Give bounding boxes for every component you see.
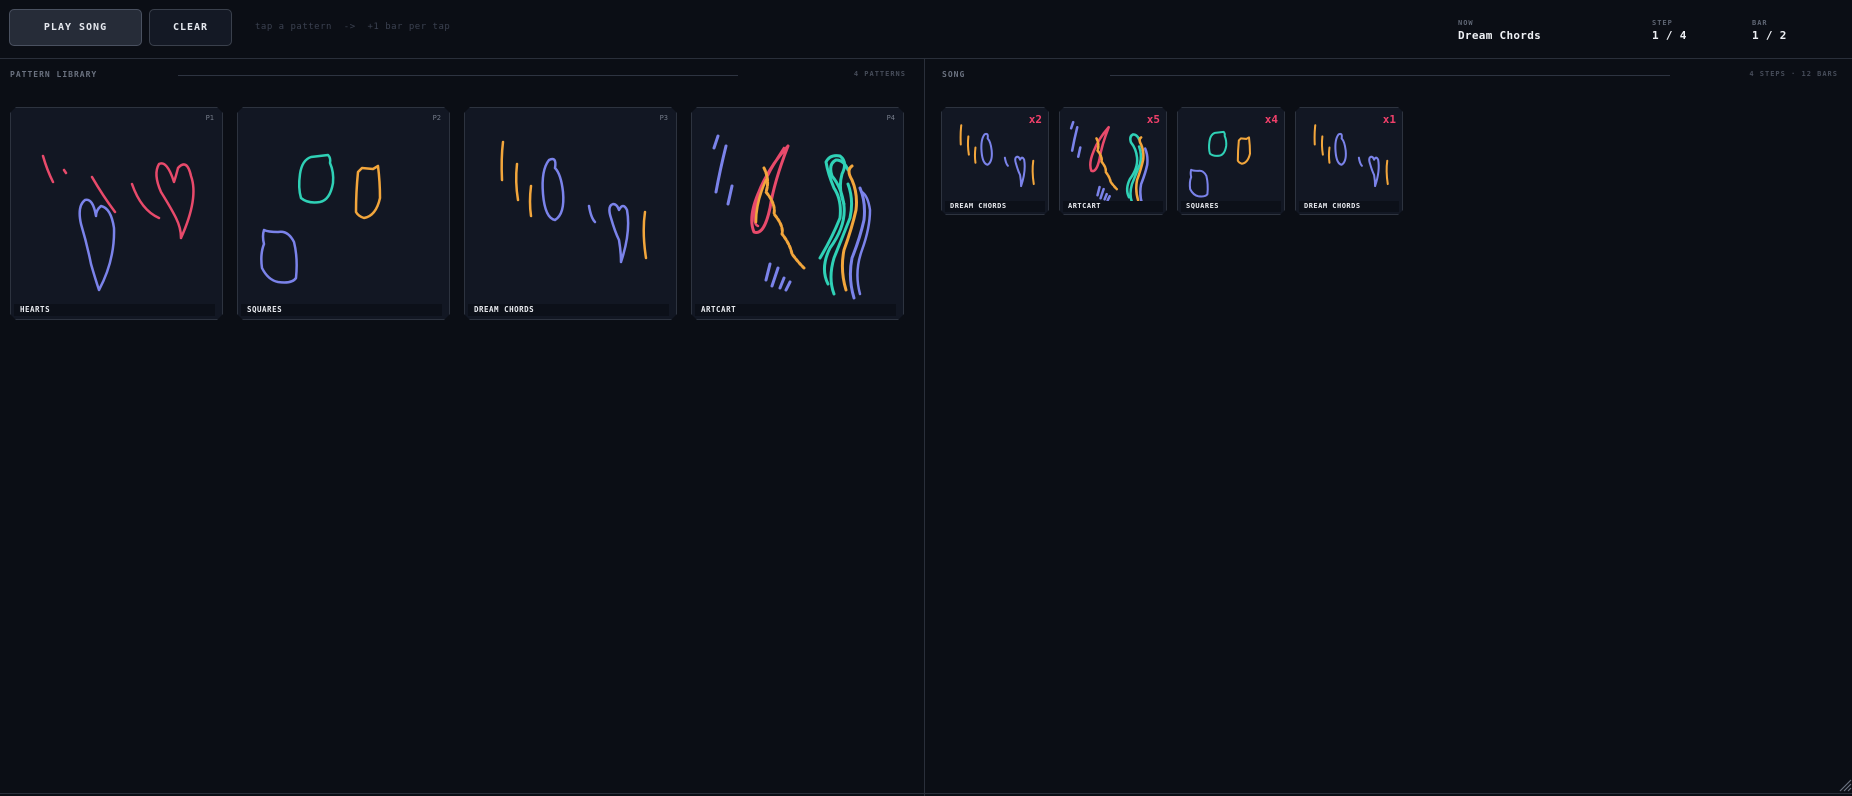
bar-value: 1 / 2 bbox=[1752, 29, 1787, 42]
song-step-card[interactable]: x5 ARTCART bbox=[1059, 107, 1167, 215]
repeat-badge: x4 bbox=[1264, 113, 1278, 126]
play-song-button[interactable]: PLAY SONG bbox=[9, 9, 142, 46]
song-rule bbox=[1110, 75, 1670, 76]
now-label: NOW bbox=[1458, 19, 1474, 27]
clear-button[interactable]: CLEAR bbox=[149, 9, 232, 46]
song-step-card[interactable]: x2 DREAM CHORDS bbox=[941, 107, 1049, 215]
artcart-drawing bbox=[692, 108, 905, 321]
now-value: Dream Chords bbox=[1458, 29, 1542, 42]
pattern-count: 4 PATTERNS bbox=[853, 70, 906, 78]
hint-text: tap a pattern -> +1 bar per tap bbox=[255, 22, 451, 32]
pattern-name: HEARTS bbox=[14, 304, 215, 316]
dream-chords-drawing bbox=[465, 108, 678, 321]
song-count: 4 STEPS · 12 BARS bbox=[1749, 70, 1838, 78]
pattern-name: SQUARES bbox=[241, 304, 442, 316]
step-name: ARTCART bbox=[1063, 201, 1163, 212]
step-status: STEP 1 / 4 bbox=[1652, 19, 1687, 42]
step-label: STEP bbox=[1652, 19, 1673, 27]
pattern-name: DREAM CHORDS bbox=[468, 304, 669, 316]
step-value: 1 / 4 bbox=[1652, 29, 1687, 42]
pattern-library-title: PATTERN LIBRARY bbox=[10, 70, 98, 79]
pattern-id: P1 bbox=[205, 114, 214, 122]
step-name: DREAM CHORDS bbox=[945, 201, 1045, 212]
repeat-badge: x5 bbox=[1146, 113, 1160, 126]
repeat-badge: x2 bbox=[1028, 113, 1042, 126]
song-step-card[interactable]: x1 DREAM CHORDS bbox=[1295, 107, 1403, 215]
top-bar: PLAY SONG CLEAR tap a pattern -> +1 bar … bbox=[0, 0, 1852, 59]
song-title: SONG bbox=[942, 70, 966, 79]
now-status: NOW Dream Chords bbox=[1458, 19, 1541, 42]
pattern-card-artcart[interactable]: P4 ARTCART bbox=[691, 107, 904, 320]
pattern-card-hearts[interactable]: P1 HEARTS bbox=[10, 107, 223, 320]
bar-label: BAR bbox=[1752, 19, 1768, 27]
song-step-card[interactable]: x4 SQUARES bbox=[1177, 107, 1285, 215]
squares-drawing bbox=[238, 108, 451, 321]
step-name: DREAM CHORDS bbox=[1299, 201, 1399, 212]
pattern-card-squares[interactable]: P2 SQUARES bbox=[237, 107, 450, 320]
step-name: SQUARES bbox=[1181, 201, 1281, 212]
repeat-badge: x1 bbox=[1382, 113, 1396, 126]
resize-handle-icon[interactable] bbox=[1838, 778, 1852, 792]
bottom-border bbox=[0, 793, 1852, 794]
pattern-id: P4 bbox=[886, 114, 895, 122]
pattern-id: P2 bbox=[432, 114, 441, 122]
pattern-card-dream-chords[interactable]: P3 DREAM CHORDS bbox=[464, 107, 677, 320]
bar-status: BAR 1 / 2 bbox=[1752, 19, 1787, 42]
panel-divider[interactable] bbox=[924, 58, 925, 796]
pattern-name: ARTCART bbox=[695, 304, 896, 316]
pattern-id: P3 bbox=[659, 114, 668, 122]
hearts-drawing bbox=[11, 108, 224, 321]
library-rule bbox=[178, 75, 738, 76]
